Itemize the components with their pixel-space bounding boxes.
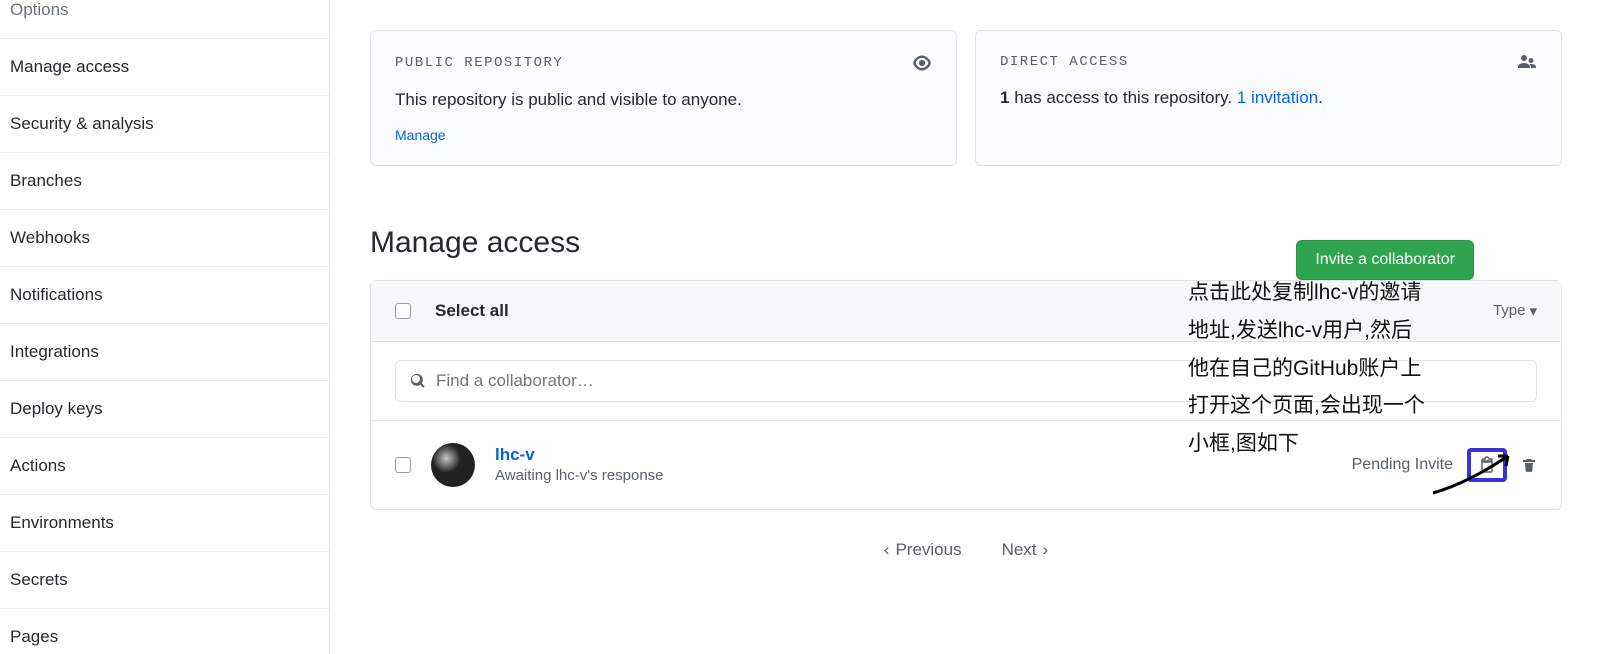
caret-down-icon: ▾ (1529, 302, 1537, 320)
sidebar-item-pages[interactable]: Pages (0, 608, 329, 654)
prev-label: Previous (895, 540, 961, 560)
dot: . (1318, 88, 1323, 107)
chevron-right-icon: › (1043, 540, 1049, 560)
avatar (431, 443, 475, 487)
sidebar-item-webhooks[interactable]: Webhooks (0, 209, 329, 266)
search-icon (410, 373, 426, 389)
sidebar-item-notifications[interactable]: Notifications (0, 266, 329, 323)
public-card-title: PUBLIC REPOSITORY (395, 55, 563, 71)
next-label: Next (1002, 540, 1037, 560)
trash-icon (1521, 456, 1537, 474)
sidebar-item-deploy-keys[interactable]: Deploy keys (0, 380, 329, 437)
sidebar-item-integrations[interactable]: Integrations (0, 323, 329, 380)
annotation-note: 点击此处复制lhc-v的邀请地址,发送lhc-v用户,然后他在自己的GitHub… (1188, 274, 1432, 463)
public-repo-card: PUBLIC REPOSITORY This repository is pub… (370, 30, 957, 166)
row-checkbox[interactable] (395, 457, 411, 473)
collaborator-username-link[interactable]: lhc-v (495, 445, 664, 465)
direct-access-card: DIRECT ACCESS 1 has access to this repos… (975, 30, 1562, 166)
select-all-label: Select all (435, 301, 509, 321)
type-label: Type (1493, 302, 1526, 319)
sidebar-item-branches[interactable]: Branches (0, 152, 329, 209)
delete-collaborator-button[interactable] (1521, 456, 1537, 474)
people-icon (1515, 53, 1537, 71)
sidebar-item-secrets[interactable]: Secrets (0, 551, 329, 608)
pagination: ‹ Previous Next › (370, 510, 1562, 590)
manage-visibility-link[interactable]: Manage (395, 127, 446, 143)
sidebar-item-options[interactable]: Options (0, 0, 329, 38)
access-text: has access to this repository. (1009, 88, 1236, 107)
next-page-button[interactable]: Next › (1002, 540, 1049, 560)
chevron-left-icon: ‹ (884, 540, 890, 560)
invitation-link[interactable]: 1 invitation (1237, 88, 1318, 107)
type-filter-dropdown[interactable]: Type ▾ (1493, 302, 1537, 320)
annotation-arrow-icon (1428, 448, 1518, 498)
sidebar-item-environments[interactable]: Environments (0, 494, 329, 551)
sidebar-item-security-analysis[interactable]: Security & analysis (0, 95, 329, 152)
settings-sidebar: Options Manage access Security & analysi… (0, 0, 330, 654)
direct-card-body: 1 has access to this repository. 1 invit… (1000, 85, 1537, 111)
public-card-body: This repository is public and visible to… (395, 87, 932, 113)
direct-card-title: DIRECT ACCESS (1000, 54, 1129, 70)
sidebar-item-actions[interactable]: Actions (0, 437, 329, 494)
collaborator-status: Awaiting lhc-v's response (495, 467, 664, 484)
prev-page-button[interactable]: ‹ Previous (884, 540, 962, 560)
sidebar-item-manage-access[interactable]: Manage access (0, 38, 329, 95)
eye-icon (912, 53, 932, 73)
select-all-checkbox[interactable] (395, 303, 411, 319)
